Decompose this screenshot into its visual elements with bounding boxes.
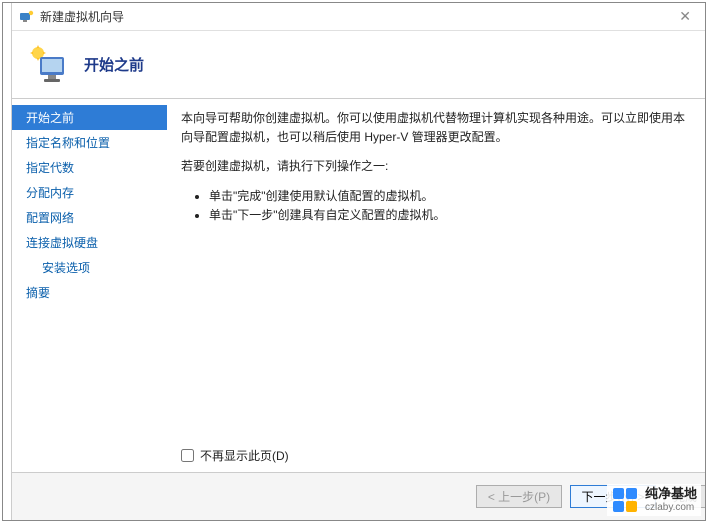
watermark-logo-icon — [611, 486, 639, 514]
close-button[interactable]: ✕ — [671, 6, 699, 27]
bullet-next: 单击"下一步"创建具有自定义配置的虚拟机。 — [209, 206, 687, 225]
watermark: 纯净基地 czlaby.com — [607, 484, 701, 516]
instruction-list: 单击"完成"创建使用默认值配置的虚拟机。 单击"下一步"创建具有自定义配置的虚拟… — [181, 187, 687, 225]
step-install-options[interactable]: 安装选项 — [12, 255, 167, 280]
wizard-body: 开始之前 指定名称和位置 指定代数 分配内存 配置网络 连接虚拟硬盘 安装选项 … — [12, 99, 705, 472]
wizard-steps-sidebar: 开始之前 指定名称和位置 指定代数 分配内存 配置网络 连接虚拟硬盘 安装选项 … — [12, 99, 167, 472]
intro-paragraph-2: 若要创建虚拟机，请执行下列操作之一: — [181, 157, 687, 176]
watermark-text-cn: 纯净基地 — [645, 487, 697, 501]
wizard-header: 开始之前 — [12, 31, 705, 99]
step-vhd[interactable]: 连接虚拟硬盘 — [12, 230, 167, 255]
watermark-text: 纯净基地 czlaby.com — [645, 487, 697, 512]
wizard-window: 新建虚拟机向导 ✕ 开始之前 开始之前 指定名称和位置 指定代数 — [11, 3, 705, 520]
bullet-finish: 单击"完成"创建使用默认值配置的虚拟机。 — [209, 187, 687, 206]
dont-show-again-label[interactable]: 不再显示此页(D) — [200, 447, 289, 464]
step-before-begin[interactable]: 开始之前 — [12, 105, 167, 130]
intro-paragraph-1: 本向导可帮助你创建虚拟机。你可以使用虚拟机代替物理计算机实现各种用途。可以立即使… — [181, 109, 687, 147]
dont-show-again-row: 不再显示此页(D) — [181, 447, 687, 472]
step-memory[interactable]: 分配内存 — [12, 180, 167, 205]
app-icon — [18, 9, 34, 25]
previous-button: < 上一步(P) — [476, 485, 562, 508]
step-name-location[interactable]: 指定名称和位置 — [12, 130, 167, 155]
wizard-header-icon — [26, 43, 70, 87]
wizard-content: 本向导可帮助你创建虚拟机。你可以使用虚拟机代替物理计算机实现各种用途。可以立即使… — [167, 99, 705, 472]
watermark-text-en: czlaby.com — [645, 502, 697, 513]
step-generation[interactable]: 指定代数 — [12, 155, 167, 180]
step-summary[interactable]: 摘要 — [12, 280, 167, 305]
titlebar: 新建虚拟机向导 ✕ — [12, 3, 705, 31]
page-title: 开始之前 — [84, 54, 144, 75]
window-title: 新建虚拟机向导 — [40, 8, 124, 25]
wizard-footer: < 上一步(P) 下一步(N) > 完成 — [12, 472, 705, 520]
step-network[interactable]: 配置网络 — [12, 205, 167, 230]
dont-show-again-checkbox[interactable] — [181, 449, 194, 462]
